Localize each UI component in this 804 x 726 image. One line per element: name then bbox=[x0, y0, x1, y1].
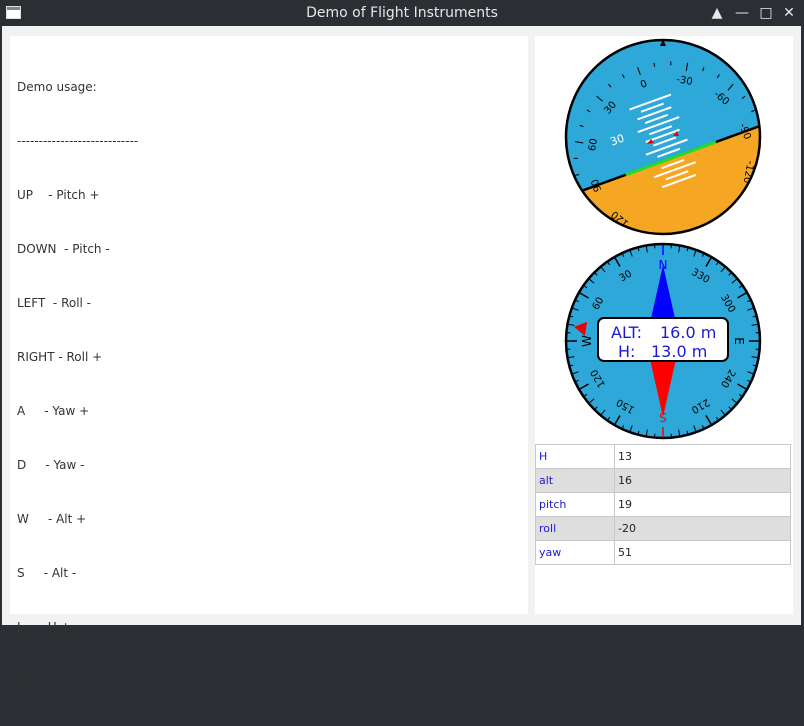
window-title: Demo of Flight Instruments bbox=[0, 5, 804, 21]
usage-line: UP - Pitch + bbox=[17, 186, 138, 204]
table-row[interactable]: alt 16 bbox=[536, 469, 791, 493]
usage-line: Demo usage: bbox=[17, 78, 138, 96]
table-cell-key: alt bbox=[536, 469, 615, 493]
roll-tick bbox=[596, 218, 600, 221]
roll-tick bbox=[762, 141, 763, 143]
table-cell-value: 51 bbox=[615, 541, 791, 565]
table-cell-value: 13 bbox=[615, 445, 791, 469]
roll-tick bbox=[758, 172, 763, 178]
usage-line: DOWN - Pitch - bbox=[17, 240, 138, 258]
table-cell-value: 19 bbox=[615, 493, 791, 517]
app-window: Demo of Flight Instruments ▲ — □ ✕ Demo … bbox=[0, 0, 804, 627]
table-cell-key: yaw bbox=[536, 541, 615, 565]
usage-line: ---------------------------- bbox=[17, 132, 138, 150]
table-row[interactable]: yaw 51 bbox=[536, 541, 791, 565]
roll-tick bbox=[607, 227, 615, 233]
table-cell-value: 16 bbox=[615, 469, 791, 493]
keep-above-button[interactable]: ▲ bbox=[708, 4, 726, 22]
close-button[interactable]: ✕ bbox=[780, 4, 798, 22]
table-cell-value: -20 bbox=[615, 517, 791, 541]
usage-line: W - Alt + bbox=[17, 510, 138, 528]
alt-label: ALT: bbox=[611, 323, 642, 342]
usage-line: RIGHT - Roll + bbox=[17, 348, 138, 366]
usage-line: J - H + bbox=[17, 618, 138, 636]
roll-scale-label: 60 bbox=[587, 138, 600, 152]
roll-tick bbox=[731, 229, 734, 233]
usage-text: Demo usage: ----------------------------… bbox=[17, 42, 138, 726]
minimize-button[interactable]: — bbox=[733, 4, 751, 22]
usage-line: S - Alt - bbox=[17, 564, 138, 582]
roll-tick bbox=[758, 189, 762, 192]
usage-panel: Demo usage: ----------------------------… bbox=[10, 36, 528, 614]
roll-tick bbox=[751, 204, 754, 208]
compass-west-label: W bbox=[580, 335, 594, 347]
values-table: H 13 alt 16 pitch 19 roll -20 yaw 51 bbox=[535, 444, 791, 565]
title-bar: Demo of Flight Instruments ▲ — □ ✕ bbox=[0, 0, 804, 26]
roll-tick bbox=[587, 205, 591, 207]
h-label: H: bbox=[618, 342, 635, 361]
h-value: 13.0 m bbox=[651, 342, 707, 361]
table-row[interactable]: pitch 19 bbox=[536, 493, 791, 517]
attitude-indicator: 30 3060901201501800-30-60-90-120-150 bbox=[563, 37, 763, 237]
table-cell-key: H bbox=[536, 445, 615, 469]
compass: NESW3060120150210240300330 ALT: 16.0 m H… bbox=[563, 241, 763, 441]
maximize-button[interactable]: □ bbox=[757, 4, 775, 22]
compass-east-label: E bbox=[732, 337, 746, 345]
table-row[interactable]: H 13 bbox=[536, 445, 791, 469]
usage-line: K - H - bbox=[17, 672, 138, 690]
table-cell-key: pitch bbox=[536, 493, 615, 517]
usage-line: A - Yaw + bbox=[17, 402, 138, 420]
usage-line: LEFT - Roll - bbox=[17, 294, 138, 312]
usage-line: D - Yaw - bbox=[17, 456, 138, 474]
table-row[interactable]: roll -20 bbox=[536, 517, 791, 541]
table-cell-key: roll bbox=[536, 517, 615, 541]
roll-tick bbox=[739, 214, 745, 222]
alt-value: 16.0 m bbox=[660, 323, 716, 342]
attitude-world: 30 3060901201501800-30-60-90-120-150 bbox=[563, 37, 763, 237]
